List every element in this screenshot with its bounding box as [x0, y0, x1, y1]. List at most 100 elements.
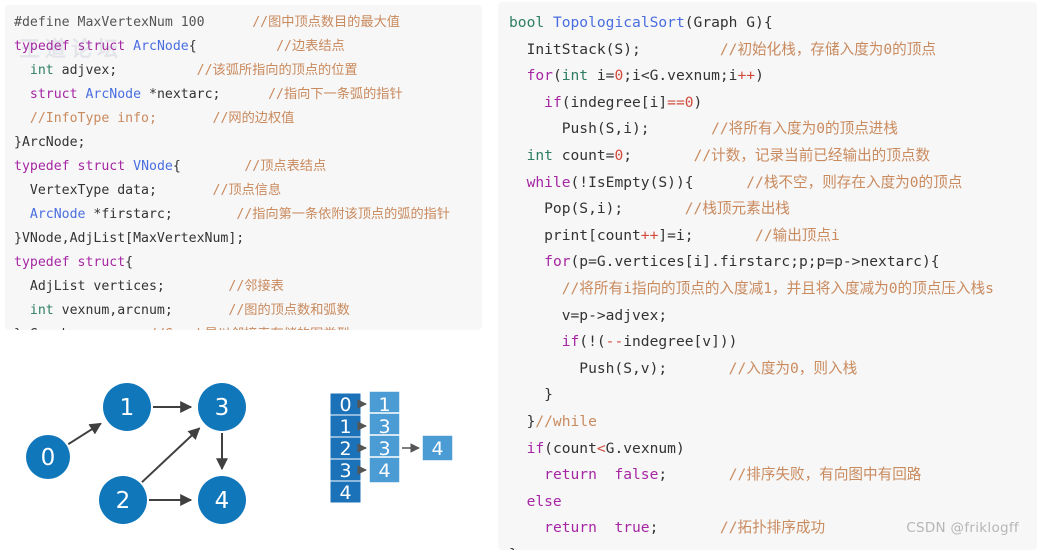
code-token: typedef	[14, 39, 70, 54]
code-token: //InfoType info;	[29, 111, 157, 126]
code-token: 0	[614, 67, 624, 85]
code-line: } Graph; //Graph是以邻接表存储的图类型	[5, 323, 482, 330]
code-token: typedef	[14, 159, 70, 174]
adjlist-arc-label-3-4: 4	[378, 460, 390, 482]
code-token: (	[552, 67, 562, 85]
code-line: }//while	[498, 409, 1037, 436]
code-token: ]=i;	[658, 226, 694, 244]
code-token: //将所有i指向的顶点的入度减1，并且将入度减为0的顶点压入栈s	[561, 279, 994, 297]
code-token: 0	[614, 146, 624, 164]
code-token: //while	[535, 412, 597, 430]
code-line: while(!IsEmpty(S)){ //栈不空，则存在入度为0的顶点	[498, 170, 1037, 197]
code-line: }	[498, 542, 1037, 550]
code-token: }VNode,AdjList[MaxVertexNum];	[14, 231, 245, 246]
code-token: print[count	[509, 226, 641, 244]
code-token: //顶点信息	[212, 183, 282, 198]
code-token: //邻接表	[228, 279, 284, 294]
code-token: )	[693, 93, 703, 111]
code-token: )	[755, 67, 764, 85]
code-line: int count=0; //计数，记录当前已经输出的顶点数	[498, 143, 1037, 170]
code-token: {	[125, 255, 134, 270]
code-token: adjvex;	[53, 63, 118, 78]
graph-node-label-3: 3	[215, 395, 230, 421]
code-token: struct	[77, 255, 126, 270]
code-line: }VNode,AdjList[MaxVertexNum];	[5, 227, 482, 251]
code-token: for	[544, 253, 571, 271]
code-token: indegree[v]))	[623, 333, 738, 351]
code-token: count=	[552, 146, 615, 164]
code-token: TopologicalSort	[552, 14, 685, 31]
code-token: for	[526, 67, 553, 85]
code-token: ArcNode	[29, 207, 86, 222]
code-token: 0	[684, 93, 694, 111]
code-line: if(indegree[i]==0)	[498, 90, 1037, 117]
graph-node-label-4: 4	[215, 488, 230, 514]
code-line: int adjvex; //该弧所指向的顶点的位置	[5, 59, 482, 83]
code-token: (!IsEmpty(S)){	[570, 173, 694, 191]
code-token: if	[544, 93, 562, 111]
code-token: //顶点表结点	[244, 159, 327, 174]
graph-nodes: 0 1 2 3 4	[26, 383, 246, 524]
code-token: //图的顶点数和弧数	[228, 303, 350, 318]
code-line: for(p=G.vertices[i].firstarc;p;p=p->next…	[498, 249, 1037, 276]
code-token: {	[172, 159, 181, 174]
code-token: *nextarc;	[141, 87, 221, 102]
graph-node-label-1: 1	[120, 395, 135, 421]
code-token: //排序失败，有向图中有回路	[728, 466, 922, 484]
code-token: (Graph G){	[684, 14, 773, 31]
code-line: Push(S,v); //入度为0，则入栈	[498, 356, 1037, 383]
code-line: Push(S,i); //将所有入度为0的顶点进栈	[498, 116, 1037, 143]
right-code-lines: bool TopologicalSort(Graph G){ InitStack…	[498, 10, 1037, 550]
code-token: G.vexnum)	[605, 439, 685, 457]
code-token: --	[605, 333, 624, 351]
code-token: ++	[640, 226, 659, 244]
code-token: (p=G.vertices[i].firstarc;p;p=p->nextarc…	[570, 253, 940, 271]
code-token: typedef	[14, 255, 70, 270]
code-token: true	[614, 519, 650, 537]
left-code-lines: #define MaxVertexNum 100 //图中顶点数目的最大值 typ…	[5, 11, 482, 330]
code-token: } Graph;	[14, 327, 78, 330]
code-token: int	[29, 63, 54, 78]
graph-node-label-2: 2	[116, 488, 131, 514]
adjlist-arc-label-2-4: 4	[431, 438, 443, 460]
code-token: (!(	[579, 333, 606, 351]
code-line: return false; //排序失败，有向图中有回路	[498, 462, 1037, 489]
graph-edge-0-1	[67, 422, 102, 446]
code-token: //指向下一条弧的指针	[268, 87, 403, 102]
code-line: }ArcNode;	[5, 131, 482, 155]
code-line: int vexnum,arcnum; //图的顶点数和弧数	[5, 299, 482, 323]
diagram-area: 012340123413344	[0, 338, 490, 552]
code-line: for(int i=0;i<G.vexnum;i++)	[498, 63, 1037, 90]
code-token: bool	[509, 14, 545, 31]
code-token: InitStack(S);	[509, 40, 641, 58]
code-token: (count	[544, 439, 597, 457]
code-line: //将所有i指向的顶点的入度减1，并且将入度减为0的顶点压入栈s	[498, 276, 1037, 303]
graph-edge-2-3	[141, 427, 201, 483]
code-token: struct	[77, 39, 126, 54]
code-token: //Graph是以邻接表存储的图类型	[149, 327, 350, 330]
left-code-block: 王道论坛 #define MaxVertexNum 100 //图中顶点数目的最…	[5, 5, 482, 330]
code-line: InitStack(S); //初始化栈，存储入度为0的顶点	[498, 37, 1037, 64]
code-line: if(!(--indegree[v]))	[498, 329, 1037, 356]
